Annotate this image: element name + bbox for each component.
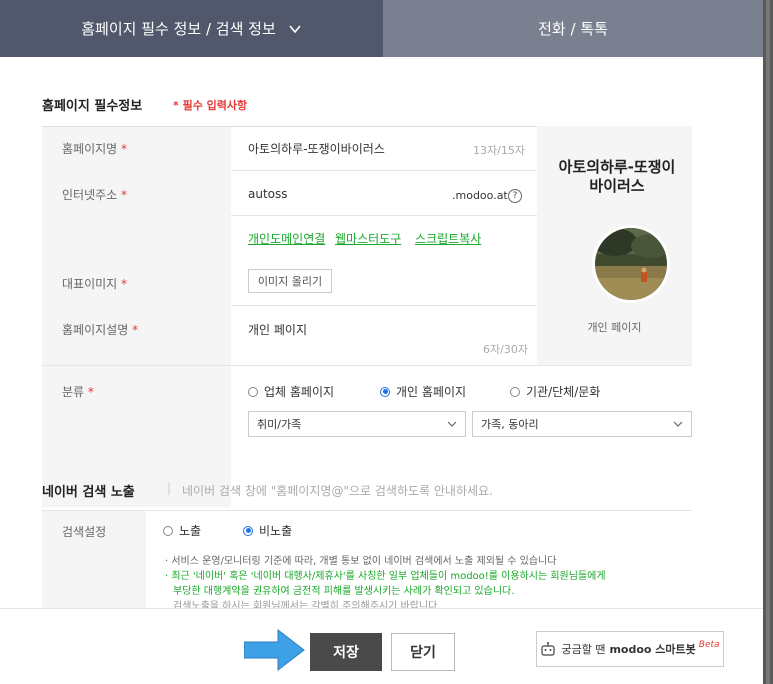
smartbot-prefix: 궁금할 땐 [561, 643, 606, 656]
help-icon[interactable]: ? [508, 189, 522, 203]
custom-domain-link[interactable]: 개인도메인연결 [248, 230, 325, 247]
required-section-title: 홈페이지 필수정보 [42, 99, 143, 114]
smartbot-brand: modoo 스마트봇 [609, 643, 696, 656]
category-select-2[interactable]: 가족, 동아리 [472, 411, 692, 437]
description-label: 홈페이지설명 * [62, 323, 139, 337]
pointer-arrow-icon [244, 628, 305, 672]
radio-selected-icon [243, 525, 253, 536]
radio-business[interactable]: 업체 홈페이지 [248, 383, 334, 400]
name-label: 홈페이지명 * [62, 142, 128, 156]
name-input[interactable]: 아토의하루-또쟁이바이러스 [248, 140, 385, 157]
category-select-1[interactable]: 취미/가족 [248, 411, 466, 437]
preview-subtitle: 개인 페이지 [587, 321, 642, 334]
note-line: 검색노출을 하시는 회원님께서는 각별히 주의해주시기 바랍니다. [173, 601, 441, 608]
tab-phone-talk[interactable]: 전화 / 톡톡 [383, 0, 763, 57]
search-notes: · 서비스 운영/모니터링 기준에 따라, 개별 통보 없이 네이버 검색에서 … [165, 554, 606, 608]
settings-dialog: 홈페이지 필수 정보 / 검색 정보 전화 / 톡톡 홈페이지 필수정보 * 필… [0, 0, 764, 684]
divider [231, 215, 537, 216]
description-counter: 6자/30자 [483, 343, 528, 356]
name-counter: 13자/15자 [473, 144, 525, 157]
category-label: 분류 * [62, 385, 94, 399]
divider [231, 170, 537, 171]
address-label: 인터넷주소 * [62, 188, 128, 202]
dialog-footer: 저장 닫기 궁금할 땐 modoo 스마트봇 Beta [0, 608, 763, 684]
chevron-down-icon [447, 421, 457, 427]
dialog-content: 홈페이지 필수정보 * 필수 입력사항 홈페이지명 * 아토의하루-또쟁이바이러… [0, 57, 763, 608]
close-button[interactable]: 닫기 [391, 633, 455, 671]
radio-hide[interactable]: 비노출 [243, 522, 292, 539]
tab-phone-talk-label: 전화 / 톡톡 [538, 20, 608, 38]
upload-image-button[interactable]: 이미지 올리기 [248, 269, 332, 293]
radio-circle-icon [510, 386, 520, 397]
tab-bar: 홈페이지 필수 정보 / 검색 정보 전화 / 톡톡 [0, 0, 763, 57]
required-note: * 필수 입력사항 [173, 99, 248, 112]
radio-circle-icon [248, 386, 258, 397]
radio-circle-icon [163, 525, 173, 536]
domain-suffix: .modoo.at [452, 189, 508, 202]
webmaster-tools-link[interactable]: 웹마스터도구 [335, 230, 401, 247]
tab-required-info-label: 홈페이지 필수 정보 / 검색 정보 [81, 20, 276, 38]
search-setting-label: 검색설정 [62, 525, 107, 539]
smartbot-button[interactable]: 궁금할 땐 modoo 스마트봇 Beta [536, 631, 724, 667]
category-select-1-value: 취미/가족 [257, 418, 302, 431]
radio-selected-icon [380, 386, 390, 397]
note-line: 부당한 대행계약을 권유하여 금전적 피해를 발생시키는 사례가 확인되고 있습… [173, 586, 515, 597]
description-input[interactable]: 개인 페이지 [248, 321, 307, 338]
radio-organization[interactable]: 기관/단체/문화 [510, 383, 600, 400]
naver-description: 네이버 검색 창에 "홈페이지명@"으로 검색하도록 안내하세요. [182, 484, 493, 498]
beta-badge: Beta [698, 640, 720, 650]
robot-icon [541, 642, 556, 656]
window-edge [764, 0, 773, 684]
tab-required-info[interactable]: 홈페이지 필수 정보 / 검색 정보 [0, 0, 383, 57]
address-input[interactable]: autoss [248, 187, 288, 201]
image-label: 대표이미지 * [62, 277, 128, 291]
radio-personal[interactable]: 개인 홈페이지 [380, 383, 466, 400]
chevron-down-icon [289, 24, 301, 33]
naver-section-title: 네이버 검색 노출 [42, 485, 135, 500]
category-select-2-value: 가족, 동아리 [481, 418, 539, 431]
copy-script-link[interactable]: 스크립트복사 [415, 230, 481, 247]
note-line: · 서비스 운영/모니터링 기준에 따라, 개별 통보 없이 네이버 검색에서 … [165, 556, 557, 567]
preview-title: 아토의하루-또쟁이바이러스 [558, 158, 676, 195]
divider [42, 365, 692, 366]
divider [231, 305, 537, 306]
chevron-down-icon [673, 421, 683, 427]
save-button[interactable]: 저장 [310, 633, 382, 671]
label-column [42, 127, 231, 507]
preview-image [592, 225, 670, 303]
note-line: · 최근 '네이버' 혹은 '네이버 대행사/제휴사'를 사칭한 일부 업체들이… [165, 571, 606, 582]
radio-expose[interactable]: 노출 [163, 522, 201, 539]
naver-separator: | [167, 481, 172, 495]
